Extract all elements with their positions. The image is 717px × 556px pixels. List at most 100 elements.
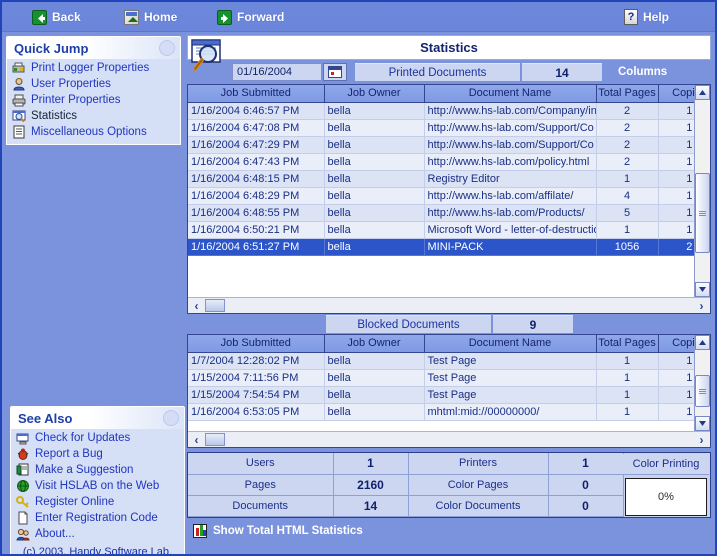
table-row[interactable]: 1/16/2004 6:47:08 PM bella http://www.hs-l… xyxy=(188,119,694,137)
sidebar-item-printer-properties[interactable]: Printer Properties xyxy=(7,92,180,108)
column-header-copies[interactable]: Copies xyxy=(658,85,694,103)
summary-row: Users 1 Printers 1 xyxy=(188,453,624,475)
calendar-button[interactable] xyxy=(323,63,347,81)
table-row[interactable]: 1/16/2004 6:48:29 PM bella http://www.hs-l… xyxy=(188,187,694,205)
back-button[interactable]: Back xyxy=(32,8,81,26)
scroll-right-button[interactable]: › xyxy=(694,432,709,447)
sidebar-item-check-for-updates[interactable]: Check for Updates xyxy=(11,430,184,446)
table-row[interactable]: 1/15/2004 7:54:54 PM bella Test Page 1 1 xyxy=(188,386,694,404)
table-row[interactable]: 1/16/2004 6:48:15 PM bella Registry Editor… xyxy=(188,170,694,188)
date-input[interactable]: 01/16/2004 xyxy=(232,63,322,81)
scroll-thumb[interactable] xyxy=(695,375,710,407)
printed-grid-vertical-scrollbar[interactable] xyxy=(694,85,710,297)
sidebar-item-statistics[interactable]: Statistics xyxy=(7,108,180,124)
printed-documents-grid: Job Submitted Job Owner Document Name To… xyxy=(187,84,711,314)
table-row[interactable]: 1/16/2004 6:53:05 PM bella mhtml:mid://000… xyxy=(188,403,694,421)
quick-jump-panel: Quick Jump Print Logger Properties User … xyxy=(6,36,181,145)
summary-body: Users 1 Printers 1 Pages 2160 Color Pages 0 Docu… xyxy=(188,453,624,517)
summary-label-right: Color Documents xyxy=(408,495,549,517)
cell-job-owner: bella xyxy=(324,136,425,154)
sidebar-item-label: User Properties xyxy=(31,78,111,90)
scroll-thumb[interactable] xyxy=(695,173,710,253)
cell-copies: 1 xyxy=(658,403,694,421)
scroll-left-button[interactable]: ‹ xyxy=(189,298,204,313)
cell-job-owner: bella xyxy=(324,352,425,370)
sidebar-item-visit-hslab-on-the-web[interactable]: Visit HSLAB on the Web xyxy=(11,478,184,494)
blocked-grid-vertical-scrollbar[interactable] xyxy=(694,335,710,431)
sidebar-item-label: Check for Updates xyxy=(35,432,131,444)
table-row[interactable]: 1/16/2004 6:48:55 PM bella http://www.hs-l… xyxy=(188,204,694,222)
columns-button[interactable]: Columns xyxy=(618,66,667,78)
cell-document-name: MINI-PACK xyxy=(424,238,597,256)
column-header-job-owner[interactable]: Job Owner xyxy=(324,85,425,103)
cell-total-pages: 1056 xyxy=(596,238,659,256)
cell-document-name: http://www.hs-lab.com/policy.html xyxy=(424,153,597,171)
table-row[interactable]: 1/16/2004 6:47:29 PM bella http://www.hs-l… xyxy=(188,136,694,154)
cell-total-pages: 1 xyxy=(596,403,659,421)
scroll-thumb[interactable] xyxy=(205,433,225,446)
scroll-down-button[interactable] xyxy=(695,416,710,431)
scroll-up-button[interactable] xyxy=(695,85,710,100)
scroll-right-button[interactable]: › xyxy=(694,298,709,313)
cell-document-name: mhtml:mid://00000000/ xyxy=(424,403,597,421)
scroll-down-button[interactable] xyxy=(695,282,710,297)
forward-button[interactable]: Forward xyxy=(217,8,284,26)
help-button[interactable]: ? Help xyxy=(624,8,669,26)
globe-icon xyxy=(16,479,30,493)
column-header-job-owner[interactable]: Job Owner xyxy=(324,335,425,353)
table-row[interactable]: 1/15/2004 7:11:56 PM bella Test Page 1 1 xyxy=(188,369,694,387)
blocked-documents-table: Job Submitted Job Owner Document Name To… xyxy=(188,335,694,421)
cell-job-owner: bella xyxy=(324,170,425,188)
table-row[interactable]: 1/16/2004 6:50:21 PM bella Microsoft Word … xyxy=(188,221,694,239)
bug-icon xyxy=(16,447,30,461)
column-header-document-name[interactable]: Document Name xyxy=(424,85,597,103)
column-header-total-pages[interactable]: Total Pages xyxy=(596,335,659,353)
cell-copies: 1 xyxy=(658,102,694,120)
blocked-documents-label: Blocked Documents xyxy=(326,315,491,333)
sidebar-item-enter-registration-code[interactable]: Enter Registration Code xyxy=(11,510,184,526)
printed-documents-label: Printed Documents xyxy=(355,63,520,81)
scroll-up-button[interactable] xyxy=(695,335,710,350)
sidebar-item-print-logger-properties[interactable]: Print Logger Properties xyxy=(7,60,180,76)
table-row[interactable]: 1/16/2004 6:46:57 PM bella http://www.hs-l… xyxy=(188,102,694,120)
table-row[interactable]: 1/16/2004 6:51:27 PM bella MINI-PACK 1056 2 xyxy=(188,238,694,256)
sidebar-item-user-properties[interactable]: User Properties xyxy=(7,76,180,92)
sidebar-item-register-online[interactable]: Register Online xyxy=(11,494,184,510)
column-header-document-name[interactable]: Document Name xyxy=(424,335,597,353)
cell-job-submitted: 1/16/2004 6:47:29 PM xyxy=(188,136,325,154)
summary-value-left: 2160 xyxy=(333,474,409,496)
sidebar-item-miscellaneous-options[interactable]: Miscellaneous Options xyxy=(7,124,180,140)
sidebar-item-label: Miscellaneous Options xyxy=(31,126,147,138)
summary-value-left: 1 xyxy=(333,453,409,475)
back-arrow-icon xyxy=(32,9,47,25)
sidebar-item-label: About... xyxy=(35,528,75,540)
table-row[interactable]: 1/16/2004 6:47:43 PM bella http://www.hs-l… xyxy=(188,153,694,171)
scroll-left-button[interactable]: ‹ xyxy=(189,432,204,447)
cell-total-pages: 2 xyxy=(596,119,659,137)
page-title: Statistics xyxy=(420,40,478,55)
bar-chart-icon xyxy=(193,524,207,538)
chevron-up-icon[interactable] xyxy=(159,40,175,56)
see-also-title: See Also xyxy=(18,410,73,426)
home-button[interactable]: Home xyxy=(124,8,177,26)
chevron-up-icon[interactable] xyxy=(163,410,179,426)
sidebar-item-report-a-bug[interactable]: Report a Bug xyxy=(11,446,184,462)
column-header-job-submitted[interactable]: Job Submitted xyxy=(188,85,325,103)
column-header-total-pages[interactable]: Total Pages xyxy=(596,85,659,103)
column-header-job-submitted[interactable]: Job Submitted xyxy=(188,335,325,353)
sidebar-item-make-a-suggestion[interactable]: Make a Suggestion xyxy=(11,462,184,478)
cell-total-pages: 1 xyxy=(596,352,659,370)
sidebar-item-about[interactable]: About... xyxy=(11,526,184,542)
column-header-copies[interactable]: Copies xyxy=(658,335,694,353)
back-label: Back xyxy=(52,10,81,24)
about-icon xyxy=(16,527,30,541)
table-row[interactable]: 1/7/2004 12:28:02 PM bella Test Page 1 1 xyxy=(188,352,694,370)
scroll-thumb[interactable] xyxy=(205,299,225,312)
cell-job-owner: bella xyxy=(324,187,425,205)
cell-job-owner: bella xyxy=(324,386,425,404)
blocked-grid-horizontal-scrollbar[interactable]: ‹ › xyxy=(188,431,710,447)
printed-grid-horizontal-scrollbar[interactable]: ‹ › xyxy=(188,297,710,313)
show-total-html-statistics-link[interactable]: Show Total HTML Statistics xyxy=(193,524,363,538)
statistics-toolbar: 01/16/2004 Printed Documents 14 Columns xyxy=(232,62,711,82)
forward-label: Forward xyxy=(237,10,285,24)
